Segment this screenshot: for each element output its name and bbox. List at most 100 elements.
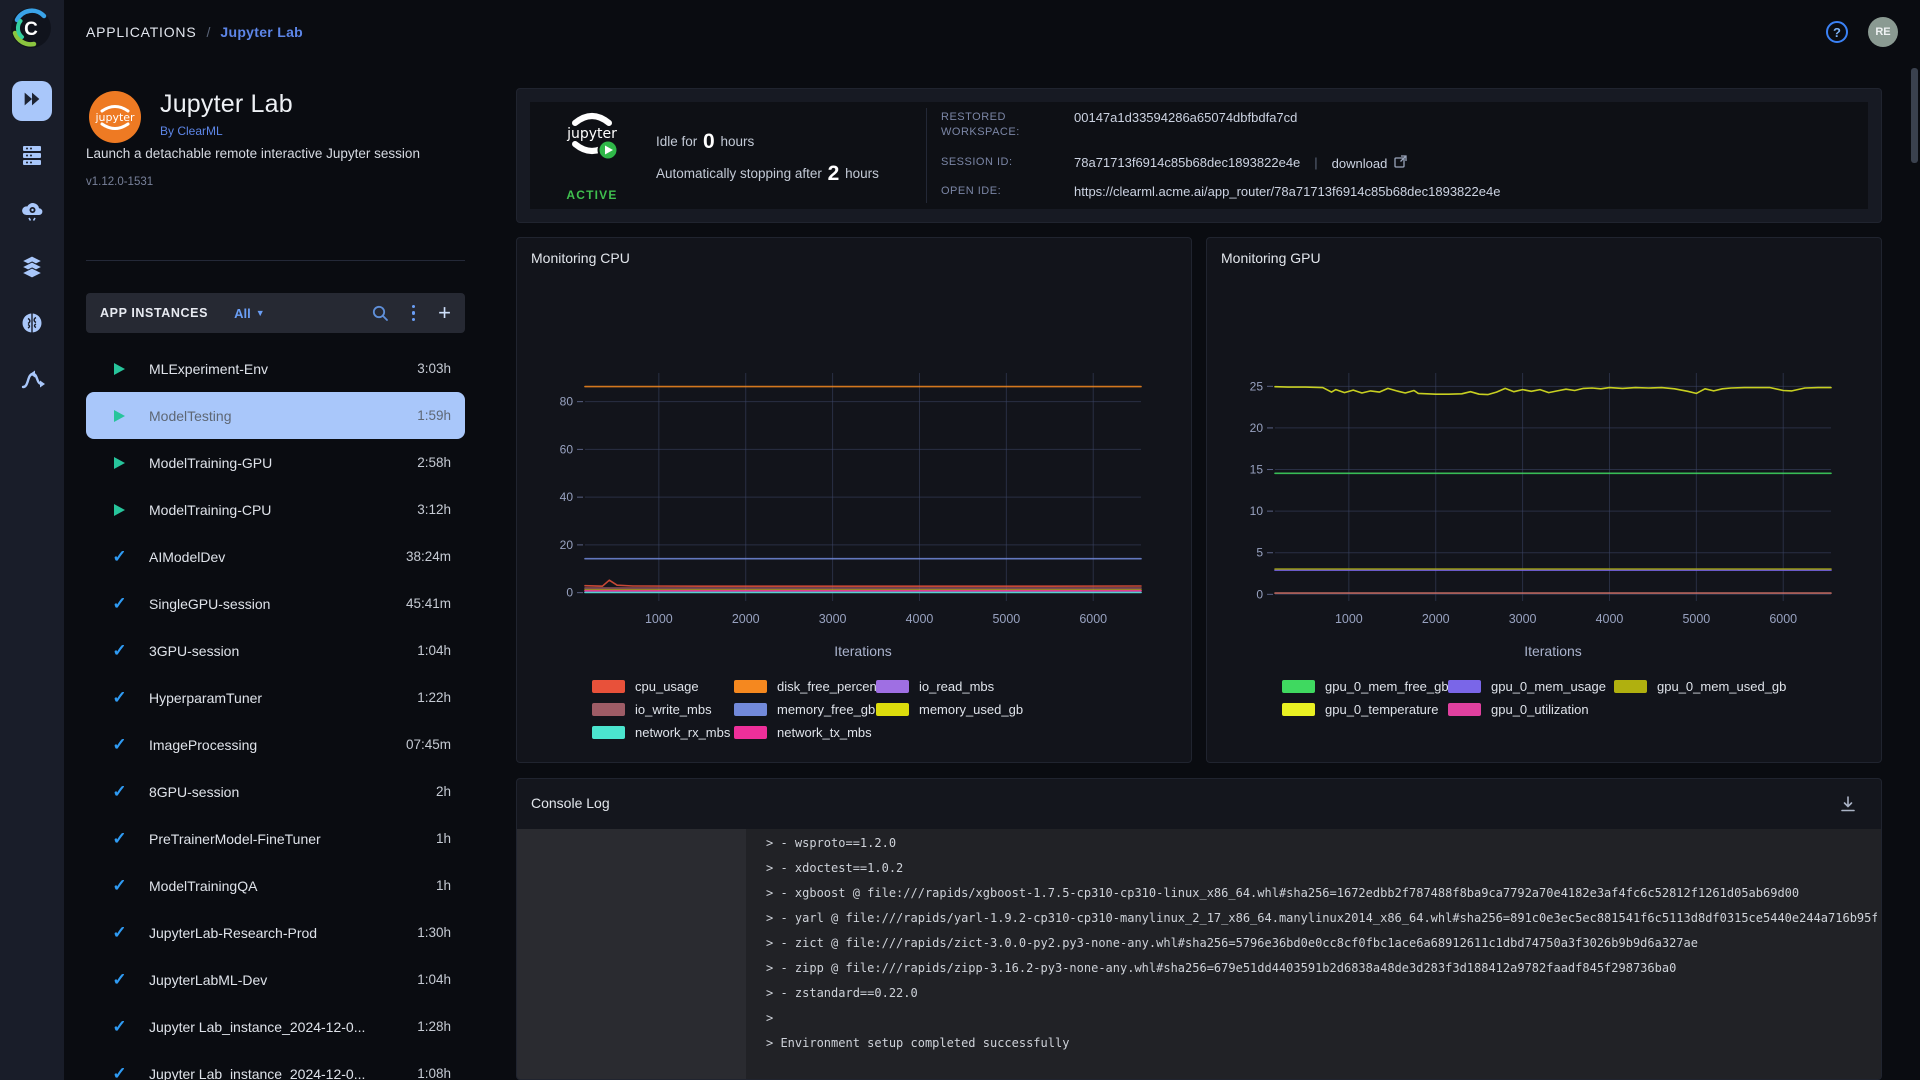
console-body: > - wsproto==1.2.0 > - xdoctest==1.0.2 > -… xyxy=(517,829,1881,1079)
legend-item-network_rx_mbs[interactable]: network_rx_mbs xyxy=(592,721,734,743)
legend-label: gpu_0_temperature xyxy=(1325,701,1439,717)
legend-item-gpu_0_temperature[interactable]: gpu_0_temperature xyxy=(1282,698,1448,720)
app-by[interactable]: By ClearML xyxy=(160,124,293,138)
console-line: > - wsproto==1.2.0 xyxy=(766,836,897,850)
check-icon: ✓ xyxy=(112,876,127,895)
external-link-icon xyxy=(1394,155,1407,171)
legend-item-gpu_0_mem_used_gb[interactable]: gpu_0_mem_used_gb xyxy=(1614,675,1786,697)
instance-duration: 1:22h xyxy=(417,690,451,705)
instance-name: 3GPU-session xyxy=(149,642,240,659)
pipelines-icon xyxy=(19,366,45,397)
console-gutter xyxy=(517,829,746,1079)
kebab-menu-icon[interactable] xyxy=(411,304,416,322)
legend-swatch xyxy=(592,702,625,716)
legend-item-gpu_0_utilization[interactable]: gpu_0_utilization xyxy=(1448,698,1614,720)
cloud-gear-icon xyxy=(19,198,45,229)
page-scrollbar-thumb[interactable] xyxy=(1911,68,1918,163)
applications-icon xyxy=(21,88,43,115)
instance-row[interactable]: ModelTraining-CPU 3:12h xyxy=(86,486,465,533)
instance-row[interactable]: ✓ PreTrainerModel-FineTuner 1h xyxy=(86,815,465,862)
instance-name: PreTrainerModel-FineTuner xyxy=(149,830,321,847)
instance-row[interactable]: ✓ AIModelDev 38:24m xyxy=(86,533,465,580)
instance-row[interactable]: ✓ ImageProcessing 07:45m xyxy=(86,721,465,768)
instance-row[interactable]: ModelTesting 1:59h xyxy=(86,392,465,439)
nav-models[interactable] xyxy=(12,305,52,345)
search-icon[interactable] xyxy=(371,304,389,322)
top-bar-actions: ? RE xyxy=(1826,0,1898,64)
legend-item-io_read_mbs[interactable]: io_read_mbs xyxy=(876,675,1018,697)
svg-text:jupyter: jupyter xyxy=(94,111,135,124)
add-instance-button[interactable]: + xyxy=(438,302,451,324)
console-download-icon[interactable] xyxy=(1835,791,1861,817)
avatar[interactable]: RE xyxy=(1868,17,1898,47)
autostop-prefix: Automatically stopping after xyxy=(656,166,822,181)
play-icon xyxy=(111,362,128,375)
legend-item-gpu_0_mem_usage[interactable]: gpu_0_mem_usage xyxy=(1448,675,1614,697)
svg-text:4000: 4000 xyxy=(906,612,934,626)
check-icon: ✓ xyxy=(112,735,127,754)
legend-swatch xyxy=(734,679,767,693)
nav-applications[interactable] xyxy=(12,81,52,121)
restored-workspace-value: 00147a1d33594286a65074dbfbdfa7cd xyxy=(1074,110,1298,125)
legend-item-gpu_0_mem_free_gb[interactable]: gpu_0_mem_free_gb xyxy=(1282,675,1449,697)
svg-text:4000: 4000 xyxy=(1596,612,1624,626)
idle-suffix: hours xyxy=(720,134,755,149)
instance-row[interactable]: ModelTraining-GPU 2:58h xyxy=(86,439,465,486)
legend-label: gpu_0_mem_free_gb xyxy=(1325,678,1449,694)
instance-name: AIModelDev xyxy=(149,548,226,565)
legend-item-network_tx_mbs[interactable]: network_tx_mbs xyxy=(734,721,876,743)
instance-duration: 3:12h xyxy=(417,502,451,517)
svg-text:5: 5 xyxy=(1256,546,1263,560)
legend-label: cpu_usage xyxy=(635,678,699,694)
jupyter-app-logo: jupyter xyxy=(88,90,142,149)
nav-workers-queues[interactable] xyxy=(12,137,52,177)
top-bar: APPLICATIONS / Jupyter Lab ? RE xyxy=(64,0,1920,64)
instance-row[interactable]: ✓ 3GPU-session 1:04h xyxy=(86,627,465,674)
legend-swatch xyxy=(876,679,909,693)
nav-hyper-datasets[interactable] xyxy=(12,249,52,289)
instance-row[interactable]: ✓ Jupyter Lab_instance_2024-12-0... 1:28h xyxy=(86,1003,465,1050)
instance-duration: 1:08h xyxy=(417,1066,451,1080)
svg-text:60: 60 xyxy=(560,442,574,456)
legend-item-memory_free_gb[interactable]: memory_free_gb xyxy=(734,698,876,720)
help-icon[interactable]: ? xyxy=(1826,21,1848,43)
breadcrumb-applications[interactable]: APPLICATIONS xyxy=(86,24,196,40)
legend-item-cpu_usage[interactable]: cpu_usage xyxy=(592,675,734,697)
legend-item-disk_free_percent[interactable]: disk_free_percent xyxy=(734,675,880,697)
legend-item-memory_used_gb[interactable]: memory_used_gb xyxy=(876,698,1023,720)
instance-name: ModelTrainingQA xyxy=(149,877,258,894)
instance-duration: 1:04h xyxy=(417,972,451,987)
nav-pipelines[interactable] xyxy=(12,361,52,401)
session-id-label: SESSION ID: xyxy=(941,156,1013,168)
instance-duration: 07:45m xyxy=(405,737,451,752)
session-status-card: jupyter ACTIVE Idle for 0 hours Automati… xyxy=(516,88,1882,223)
instances-list: MLExperiment-Env 3:03h ModelTesting 1:59h Mo… xyxy=(86,345,465,1080)
app-panel: jupyter Jupyter Lab By ClearML Launch a … xyxy=(64,64,490,1080)
instance-row[interactable]: MLExperiment-Env 3:03h xyxy=(86,345,465,392)
cpu-chart-plot: 1000 2000 3000 4000 5000 6000 0 20 40 60 80 Iterati… xyxy=(517,338,1191,668)
instance-row[interactable]: ✓ Jupyter Lab_instance_2024-12-0... 1:08h xyxy=(86,1050,465,1080)
instance-row[interactable]: ✓ SingleGPU-session 45:41m xyxy=(86,580,465,627)
open-ide-url[interactable]: https://clearml.acme.ai/app_router/78a71… xyxy=(1074,184,1500,199)
instance-row[interactable]: ✓ JupyterLabML-Dev 1:04h xyxy=(86,956,465,1003)
gpu-chart-legend: gpu_0_mem_free_gb gpu_0_mem_usage gpu_0_me… xyxy=(1282,675,1786,720)
instance-name: ModelTraining-GPU xyxy=(149,454,273,471)
instance-row[interactable]: ✓ JupyterLab-Research-Prod 1:30h xyxy=(86,909,465,956)
instance-row[interactable]: ✓ ModelTrainingQA 1h xyxy=(86,862,465,909)
download-link[interactable]: download xyxy=(1332,155,1408,171)
clearml-logo[interactable]: C xyxy=(9,6,53,50)
instance-row[interactable]: ✓ 8GPU-session 2h xyxy=(86,768,465,815)
svg-text:20: 20 xyxy=(560,538,574,552)
monitoring-gpu-card: Monitoring GPU 1000 2000 3000 4000 5000 6000 0… xyxy=(1206,237,1882,763)
instance-row[interactable]: ✓ HyperparamTuner 1:22h xyxy=(86,674,465,721)
instance-duration: 3:03h xyxy=(417,361,451,376)
app-version: v1.12.0-1531 xyxy=(86,176,154,188)
x-axis-label: Iterations xyxy=(834,643,892,659)
instances-filter-dropdown[interactable]: All ▼ xyxy=(234,306,265,321)
legend-item-io_write_mbs[interactable]: io_write_mbs xyxy=(592,698,734,720)
play-icon xyxy=(111,503,128,516)
svg-text:2000: 2000 xyxy=(1422,612,1450,626)
nav-autoscalers[interactable] xyxy=(12,193,52,233)
instance-name: JupyterLab-Research-Prod xyxy=(149,924,318,941)
instance-name: MLExperiment-Env xyxy=(149,360,269,377)
